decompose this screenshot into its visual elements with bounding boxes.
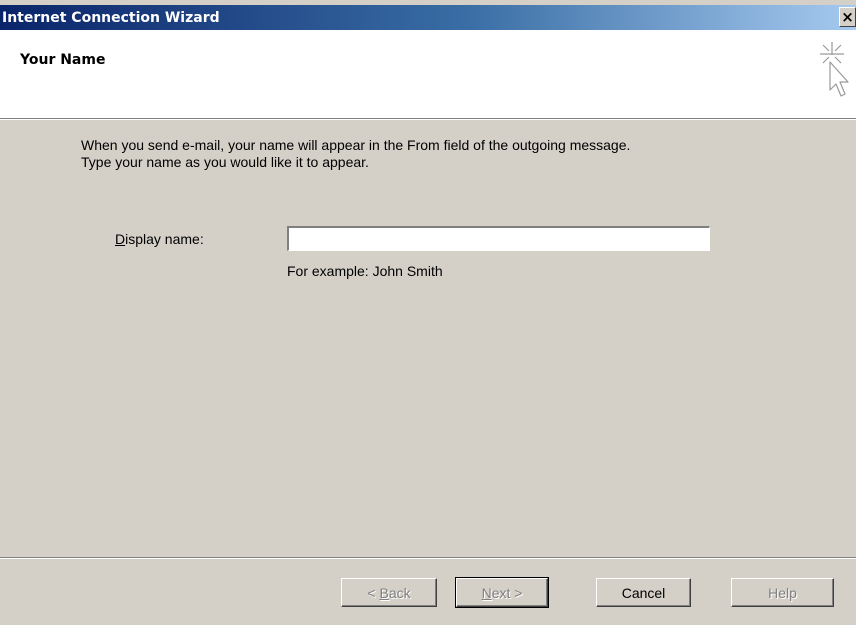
back-button-prefix: <	[367, 584, 380, 601]
display-name-label-text: isplay name:	[125, 231, 204, 247]
wizard-sparkle-cursor-icon	[820, 42, 849, 97]
intro-text: When you send e-mail, your name will app…	[81, 137, 821, 171]
intro-line-2: Type your name as you would like it to a…	[81, 154, 369, 170]
close-button[interactable]: ×	[839, 7, 856, 27]
footer-divider	[0, 557, 856, 559]
display-name-input[interactable]	[286, 225, 711, 252]
help-button-label: Help	[768, 584, 797, 601]
display-name-label-access-key: D	[115, 231, 126, 247]
next-button-access-key: N	[481, 584, 492, 601]
back-button-label: ack	[388, 584, 411, 601]
cancel-button[interactable]: Cancel	[596, 578, 691, 607]
intro-line-1: When you send e-mail, your name will app…	[81, 137, 631, 153]
back-button[interactable]: < Back	[341, 578, 437, 607]
close-icon: ×	[841, 7, 854, 26]
header-divider	[0, 118, 856, 120]
page-title: Your Name	[20, 52, 106, 68]
title-bar[interactable]: Internet Connection Wizard ×	[0, 5, 856, 30]
back-button-access-key: B	[379, 584, 389, 601]
next-button[interactable]: Next >	[455, 577, 549, 608]
window-title: Internet Connection Wizard	[2, 9, 220, 26]
wizard-window: Internet Connection Wizard × Your Name W…	[0, 0, 856, 625]
cancel-button-label: Cancel	[621, 584, 666, 601]
next-button-label: ext >	[491, 584, 523, 601]
display-name-example: For example: John Smith	[287, 263, 443, 279]
wizard-header: Your Name	[0, 30, 856, 118]
display-name-label: Display name:	[115, 231, 204, 247]
help-button[interactable]: Help	[731, 578, 834, 607]
